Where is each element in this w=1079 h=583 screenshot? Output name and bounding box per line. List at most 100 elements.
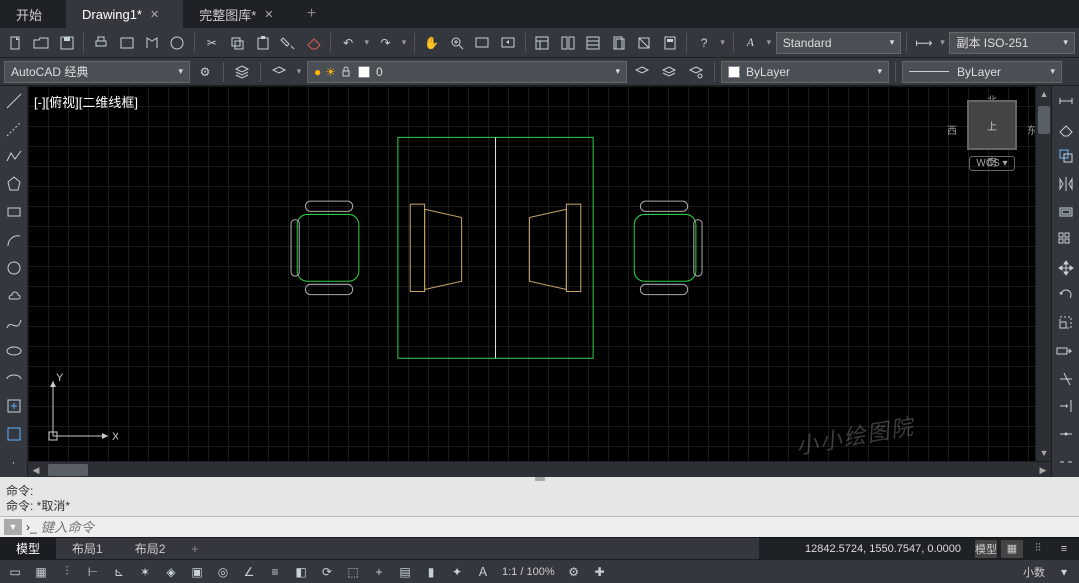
drawing-canvas[interactable]: [-][俯视][二维线框] bbox=[28, 86, 1035, 461]
layout-tab-layout1[interactable]: 布局1 bbox=[56, 538, 119, 559]
workspace-combo[interactable]: AutoCAD 经典▾ bbox=[4, 61, 190, 83]
status-units[interactable]: 小数 bbox=[1019, 564, 1049, 580]
mirror-icon[interactable] bbox=[1055, 173, 1077, 195]
status-gear-icon[interactable]: ⚙ bbox=[563, 562, 585, 582]
scroll-up-icon[interactable]: ▲ bbox=[1036, 86, 1052, 102]
status-annotation-icon[interactable]: Ａ bbox=[472, 562, 494, 582]
tool-palettes-icon[interactable] bbox=[582, 31, 605, 55]
status-qp-icon[interactable]: ▤ bbox=[394, 562, 416, 582]
model-space-button[interactable]: 模型 bbox=[975, 540, 997, 558]
erase-icon[interactable] bbox=[1055, 118, 1077, 140]
dim-style-combo[interactable]: 副本 ISO-251▾ bbox=[949, 32, 1074, 54]
command-input[interactable] bbox=[41, 520, 1075, 535]
break-icon[interactable] bbox=[1055, 451, 1077, 473]
scroll-right-icon[interactable]: ▶ bbox=[1035, 462, 1051, 478]
horizontal-scrollbar[interactable]: ◀ ▶ bbox=[28, 461, 1051, 477]
layer-match-icon[interactable] bbox=[684, 60, 708, 84]
status-gizmo-icon[interactable]: ✦ bbox=[446, 562, 468, 582]
status-osnap-icon[interactable]: ▣ bbox=[186, 562, 208, 582]
ellipse-arc-icon[interactable] bbox=[3, 368, 25, 390]
offset-icon[interactable] bbox=[1055, 201, 1077, 223]
undo-icon[interactable]: ↶ bbox=[336, 31, 359, 55]
sheet-set-icon[interactable] bbox=[607, 31, 630, 55]
status-dyn-input-icon[interactable]: + bbox=[368, 562, 390, 582]
layerstates-dropdown[interactable]: ▾ bbox=[294, 66, 304, 77]
tab-library[interactable]: 完整图库*✕ bbox=[183, 0, 297, 28]
status-selection-filter-icon[interactable]: ▮ bbox=[420, 562, 442, 582]
quickcalc-icon[interactable] bbox=[658, 31, 681, 55]
scrollbar-thumb[interactable] bbox=[48, 464, 88, 476]
status-transparency-icon[interactable]: ◧ bbox=[290, 562, 312, 582]
design-center-icon[interactable] bbox=[556, 31, 579, 55]
undo-dropdown[interactable]: ▾ bbox=[362, 37, 372, 48]
spline-icon[interactable] bbox=[3, 312, 25, 334]
layer-states-icon[interactable] bbox=[267, 60, 291, 84]
print-preview-icon[interactable] bbox=[115, 31, 138, 55]
line-icon[interactable] bbox=[3, 90, 25, 112]
layout-tab-add[interactable]: + bbox=[181, 542, 208, 556]
menu-icon[interactable]: ≡ bbox=[1053, 540, 1075, 558]
ucs-icon[interactable]: X Y bbox=[38, 371, 118, 451]
close-icon[interactable]: ✕ bbox=[150, 8, 159, 21]
lineweight-combo[interactable]: ByLayer▾ bbox=[902, 61, 1062, 83]
stretch-icon[interactable] bbox=[1055, 340, 1077, 362]
layer-combo[interactable]: ● ☀ 0 ▾ bbox=[307, 61, 627, 83]
markup-icon[interactable] bbox=[632, 31, 655, 55]
status-plus-icon[interactable]: ✚ bbox=[589, 562, 611, 582]
status-infer-icon[interactable]: ⊢ bbox=[82, 562, 104, 582]
array-icon[interactable] bbox=[1055, 229, 1077, 251]
zoom-window-icon[interactable] bbox=[471, 31, 494, 55]
layer-properties-icon[interactable] bbox=[230, 60, 254, 84]
extend-icon[interactable] bbox=[1055, 396, 1077, 418]
open-icon[interactable] bbox=[29, 31, 52, 55]
status-3dosnap-icon[interactable]: ◎ bbox=[212, 562, 234, 582]
eraser-icon[interactable] bbox=[302, 31, 325, 55]
dimstyle-dropdown[interactable]: ▾ bbox=[938, 37, 948, 48]
vertical-scrollbar[interactable]: ▲ ▼ bbox=[1035, 86, 1051, 461]
tab-start[interactable]: 开始 bbox=[0, 0, 66, 28]
cursor-coordinates[interactable]: 12842.5724, 1550.7547, 0.0000 bbox=[795, 543, 971, 555]
scrollbar-thumb[interactable] bbox=[1038, 106, 1050, 134]
linetype-combo[interactable]: ByLayer▾ bbox=[721, 61, 889, 83]
grid-toggle-icon[interactable]: ▦ bbox=[1001, 540, 1023, 558]
status-otrack-icon[interactable]: ∠ bbox=[238, 562, 260, 582]
insert-block-icon[interactable] bbox=[3, 396, 25, 418]
status-overflow-icon[interactable]: ▾ bbox=[1053, 562, 1075, 582]
status-scale[interactable]: 1:1 / 100% bbox=[498, 566, 559, 578]
status-grid-icon[interactable]: ▦ bbox=[30, 562, 52, 582]
redo-dropdown[interactable]: ▾ bbox=[399, 37, 409, 48]
tab-drawing1[interactable]: Drawing1*✕ bbox=[66, 0, 183, 28]
match-properties-icon[interactable] bbox=[277, 31, 300, 55]
status-dynamic-ucs-icon[interactable]: ⬚ bbox=[342, 562, 364, 582]
break-at-point-icon[interactable] bbox=[1055, 423, 1077, 445]
help-icon[interactable]: ? bbox=[692, 31, 715, 55]
rotate-icon[interactable] bbox=[1055, 284, 1077, 306]
move-icon[interactable] bbox=[1055, 257, 1077, 279]
ellipse-icon[interactable] bbox=[3, 340, 25, 362]
layout-tab-model[interactable]: 模型 bbox=[0, 538, 56, 559]
layer-previous-icon[interactable] bbox=[630, 60, 654, 84]
view-cube[interactable]: 北 西 东 上 南 WCS ▾ bbox=[957, 94, 1027, 194]
dim-style-icon[interactable]: ⟼ bbox=[912, 31, 935, 55]
save-icon[interactable] bbox=[55, 31, 78, 55]
circle-icon[interactable] bbox=[3, 257, 25, 279]
revision-cloud-icon[interactable] bbox=[3, 284, 25, 306]
scroll-down-icon[interactable]: ▼ bbox=[1036, 445, 1052, 461]
share-icon[interactable] bbox=[166, 31, 189, 55]
polyline-icon[interactable] bbox=[3, 146, 25, 168]
new-icon[interactable] bbox=[4, 31, 27, 55]
scroll-left-icon[interactable]: ◀ bbox=[28, 462, 44, 478]
arc-icon[interactable] bbox=[3, 229, 25, 251]
textstyle-dropdown[interactable]: ▾ bbox=[764, 37, 774, 48]
construction-line-icon[interactable] bbox=[3, 118, 25, 140]
close-icon[interactable]: ✕ bbox=[264, 8, 273, 21]
polygon-icon[interactable] bbox=[3, 173, 25, 195]
cut-icon[interactable]: ✂ bbox=[200, 31, 223, 55]
point-icon[interactable]: · bbox=[3, 451, 25, 473]
status-polar-icon[interactable]: ✶ bbox=[134, 562, 156, 582]
help-dropdown[interactable]: ▾ bbox=[718, 37, 728, 48]
zoom-previous-icon[interactable] bbox=[496, 31, 519, 55]
print-icon[interactable] bbox=[89, 31, 112, 55]
redo-icon[interactable]: ↷ bbox=[374, 31, 397, 55]
scale-icon[interactable] bbox=[1055, 312, 1077, 334]
